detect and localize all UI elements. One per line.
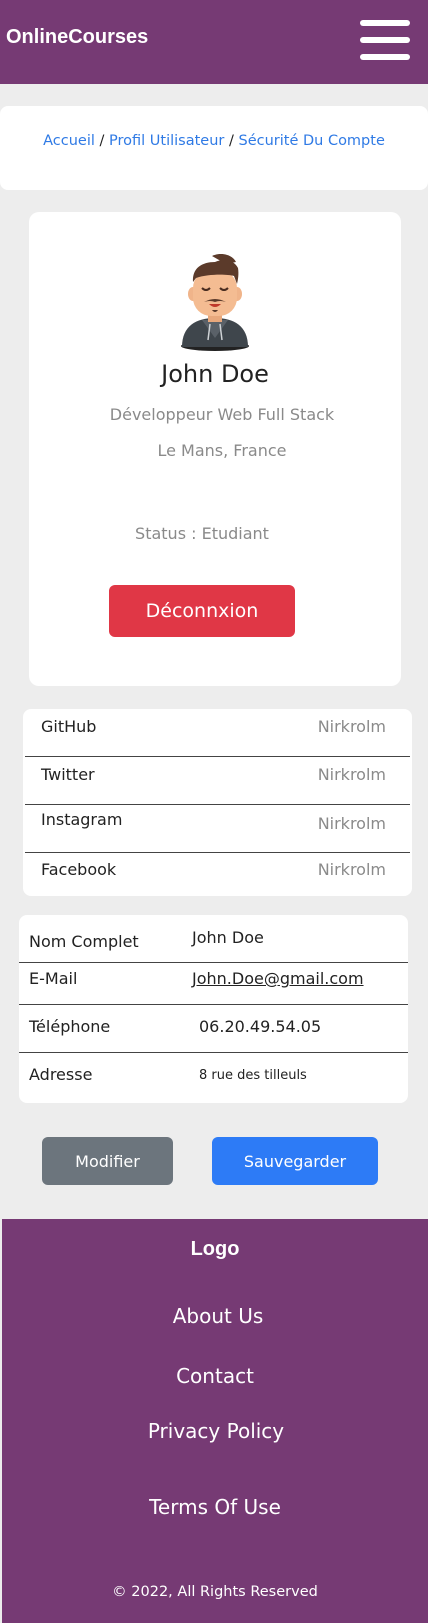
social-row-twitter[interactable]: Twitter Nirkrolm	[25, 757, 410, 805]
profile-card: John Doe Développeur Web Full Stack Le M…	[29, 212, 401, 686]
info-label: Nom Complet	[29, 932, 139, 951]
social-row-github[interactable]: GitHub Nirkrolm	[25, 709, 410, 757]
info-value: John Doe	[192, 928, 264, 947]
brand-name[interactable]: OnlineCourses	[6, 26, 148, 49]
profile-name: John Doe	[161, 360, 269, 388]
info-label: Téléphone	[29, 1017, 111, 1036]
footer-logo[interactable]: Logo	[2, 1238, 428, 1261]
profile-location: Le Mans, France	[157, 441, 287, 460]
top-navbar: OnlineCourses	[0, 0, 428, 84]
user-info-card: Nom Complet John Doe E-Mail John.Doe@gma…	[19, 915, 408, 1103]
hamburger-bar	[360, 37, 410, 43]
social-value[interactable]: Nirkrolm	[318, 765, 386, 784]
social-label: GitHub	[41, 717, 97, 736]
footer-link-privacy[interactable]: Privacy Policy	[2, 1419, 428, 1443]
breadcrumb: Accueil / Profil Utilisateur / Sécurité …	[0, 106, 428, 190]
info-label: Adresse	[29, 1065, 93, 1084]
modify-button[interactable]: Modifier	[42, 1137, 173, 1185]
social-label: Twitter	[41, 765, 95, 784]
info-value: 06.20.49.54.05	[199, 1017, 322, 1036]
footer-link-contact[interactable]: Contact	[2, 1364, 428, 1388]
breadcrumb-home-link[interactable]: Accueil	[43, 133, 95, 149]
logout-button[interactable]: Déconnxion	[109, 585, 295, 637]
social-value[interactable]: Nirkrolm	[318, 717, 386, 736]
social-links-card: GitHub Nirkrolm Twitter Nirkrolm Instagr…	[23, 709, 412, 896]
email-link[interactable]: John.Doe@gmail.com	[192, 969, 364, 988]
profile-job-title: Développeur Web Full Stack	[109, 405, 335, 424]
info-row-email: E-Mail John.Doe@gmail.com	[19, 957, 408, 1005]
social-row-instagram[interactable]: Instagram Nirkrolm	[25, 805, 410, 853]
footer-link-about[interactable]: About Us	[2, 1304, 428, 1328]
hamburger-bar	[360, 54, 410, 60]
social-label: Instagram	[41, 810, 123, 829]
profile-status: Status : Etudiant	[135, 524, 269, 543]
save-button[interactable]: Sauvegarder	[212, 1137, 378, 1185]
social-label: Facebook	[41, 860, 117, 879]
footer: Logo About Us Contact Privacy Policy Ter…	[2, 1219, 428, 1623]
info-row-address: Adresse 8 rue des tilleuls	[19, 1053, 408, 1103]
info-label: E-Mail	[29, 969, 78, 988]
social-value[interactable]: Nirkrolm	[318, 814, 386, 833]
footer-link-terms[interactable]: Terms Of Use	[2, 1495, 428, 1519]
user-avatar-icon	[181, 254, 249, 351]
breadcrumb-security-link[interactable]: Sécurité Du Compte	[238, 133, 384, 149]
breadcrumb-profile-link[interactable]: Profil Utilisateur	[109, 133, 224, 149]
breadcrumb-separator: /	[99, 133, 105, 149]
hamburger-menu-icon[interactable]	[360, 20, 410, 60]
info-value: 8 rue des tilleuls	[199, 1068, 307, 1083]
social-row-facebook[interactable]: Facebook Nirkrolm	[25, 853, 410, 896]
info-row-phone: Téléphone 06.20.49.54.05	[19, 1005, 408, 1053]
social-value[interactable]: Nirkrolm	[318, 860, 386, 879]
info-row-fullname: Nom Complet John Doe	[19, 915, 408, 963]
hamburger-bar	[360, 20, 410, 26]
footer-copyright: © 2022, All Rights Reserved	[112, 1584, 318, 1600]
breadcrumb-separator: /	[228, 133, 234, 149]
